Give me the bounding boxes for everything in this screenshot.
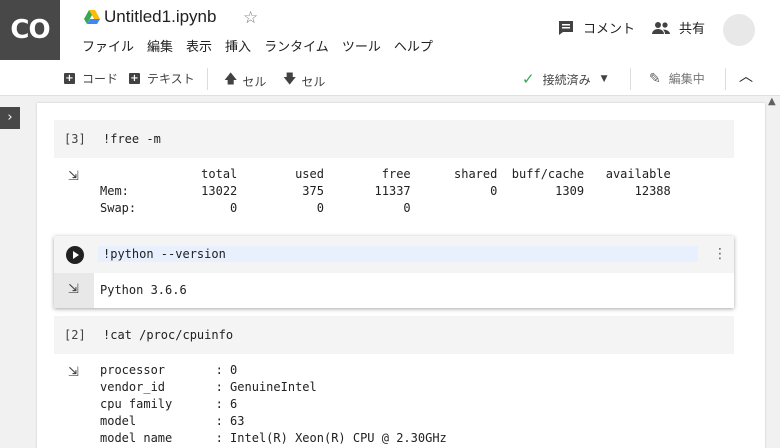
cell-output: processor : 0 vendor_id : GenuineIntel c… <box>100 363 447 445</box>
menu-runtime[interactable]: ランタイム <box>264 36 329 55</box>
edit-mode-label: 編集中 <box>668 72 705 86</box>
output-icon[interactable]: ⇲ <box>68 282 79 297</box>
menu-file[interactable]: ファイル <box>82 36 134 55</box>
colab-logo[interactable]: CO <box>0 0 60 60</box>
menu-edit[interactable]: 編集 <box>147 36 173 55</box>
plus-icon: + <box>129 73 140 84</box>
people-icon <box>652 21 670 34</box>
toolbar: + コード + テキスト 🡅 セル 🡇 セル ✓ 接続済み ▼ ✎ 編集中 <box>0 60 780 96</box>
code-cell-active[interactable]: !python --version ⋮ ⇲ Python 3.6.6 <box>54 236 734 308</box>
comment-icon <box>559 20 573 35</box>
toolbar-divider <box>207 68 208 90</box>
execution-count: [3] <box>64 132 86 146</box>
code-editor[interactable]: [3] !free -m <box>54 120 734 158</box>
menu-insert[interactable]: 挿入 <box>225 36 251 55</box>
connection-status-button[interactable]: ✓ 接続済み ▼ <box>522 70 608 88</box>
share-button[interactable]: 共有 <box>651 18 705 37</box>
output-gutter: ⇲ <box>54 273 94 308</box>
menu-bar: ファイル 編集 表示 挿入 ランタイム ツール ヘルプ <box>82 36 446 55</box>
add-text-button[interactable]: + テキスト <box>129 70 195 87</box>
code-text[interactable]: !python --version <box>103 247 226 261</box>
arrow-down-icon: 🡇 <box>283 72 297 87</box>
output-icon[interactable]: ⇲ <box>68 365 79 380</box>
comment-button[interactable]: コメント <box>557 18 635 37</box>
cell-output: Python 3.6.6 <box>100 283 187 297</box>
output-icon[interactable]: ⇲ <box>68 169 79 184</box>
add-code-button[interactable]: + コード <box>64 70 118 87</box>
top-bar: CO Untitled1.ipynb ☆ ファイル 編集 表示 挿入 ランタイム… <box>0 0 780 60</box>
more-vert-icon[interactable]: ⋮ <box>713 246 727 262</box>
add-code-label: コード <box>82 72 119 86</box>
plus-icon: + <box>64 73 75 84</box>
chevron-right-icon: › <box>7 110 13 125</box>
side-panel-toggle[interactable]: › <box>0 107 20 129</box>
menu-tools[interactable]: ツール <box>342 36 381 55</box>
menu-view[interactable]: 表示 <box>186 36 212 55</box>
notebook-title[interactable]: Untitled1.ipynb <box>104 7 216 27</box>
code-text[interactable]: !free -m <box>103 132 161 146</box>
chevron-up-icon[interactable]: ︿ <box>739 66 753 86</box>
dropdown-arrow-icon: ▼ <box>600 74 608 84</box>
scrollbar-up-arrow[interactable]: ▲ <box>768 96 776 107</box>
share-label: 共有 <box>679 22 706 37</box>
cell-output: total used free shared buff/cache availa… <box>100 167 671 215</box>
edit-mode-button[interactable]: ✎ 編集中 <box>649 70 705 87</box>
move-cell-down-button[interactable]: 🡇 セル <box>283 70 325 92</box>
code-text[interactable]: !cat /proc/cpuinfo <box>103 328 233 342</box>
cell-up-label: セル <box>242 74 267 89</box>
code-cell[interactable]: [2] !cat /proc/cpuinfo ⇲ processor : 0 v… <box>54 316 734 445</box>
code-cell[interactable]: [3] !free -m ⇲ total used free shared bu… <box>54 120 734 215</box>
code-editor[interactable]: !python --version ⋮ <box>54 236 734 273</box>
add-text-label: テキスト <box>147 72 195 86</box>
star-icon[interactable]: ☆ <box>243 8 258 28</box>
check-icon: ✓ <box>522 70 535 88</box>
menu-help[interactable]: ヘルプ <box>394 36 433 55</box>
google-drive-icon <box>84 10 100 24</box>
toolbar-divider <box>725 68 726 90</box>
arrow-up-icon: 🡅 <box>224 72 238 87</box>
cell-down-label: セル <box>301 74 326 89</box>
connection-status-label: 接続済み <box>542 72 591 87</box>
code-editor[interactable]: [2] !cat /proc/cpuinfo <box>54 316 734 354</box>
account-avatar[interactable] <box>723 14 755 46</box>
comment-label: コメント <box>583 22 636 37</box>
pencil-icon: ✎ <box>649 70 661 87</box>
toolbar-divider <box>630 68 631 90</box>
run-cell-button[interactable] <box>66 246 84 264</box>
execution-count: [2] <box>64 328 86 342</box>
move-cell-up-button[interactable]: 🡅 セル <box>224 70 266 92</box>
